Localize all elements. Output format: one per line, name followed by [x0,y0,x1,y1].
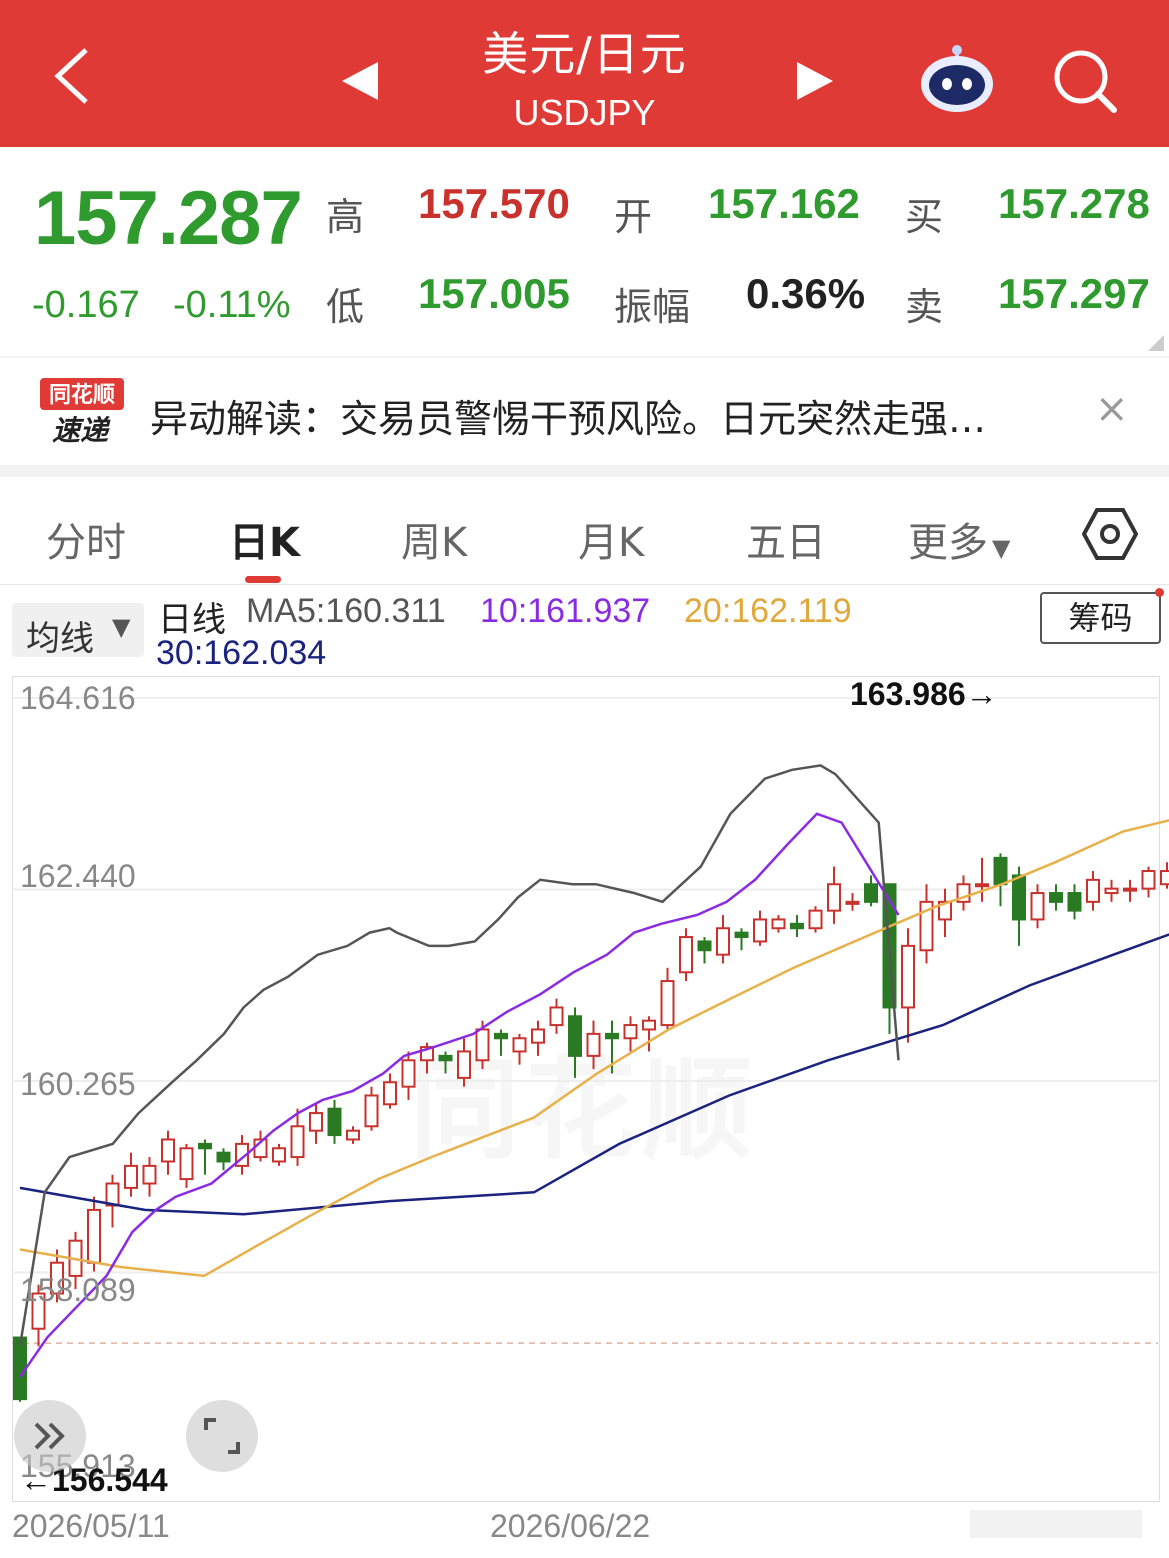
candle-body [13,1336,27,1401]
candle-body [1141,870,1156,890]
candle-body [512,1037,527,1053]
candle-body [1104,887,1119,895]
candle-body [660,980,675,1027]
candle-body [975,883,989,888]
candle-body [1012,874,1026,921]
y-tick-label: 164.616 [20,680,136,716]
candle-body [827,883,841,912]
candle-body [549,1006,564,1027]
candle-body [327,1107,342,1137]
candle-body [605,1032,619,1040]
fullscreen-icon [204,1418,240,1454]
x-tick-label: 2026/05/11 [12,1508,170,1544]
candle-body [679,936,693,974]
double-chevron-right-icon [34,1422,65,1450]
candle-body [438,1054,453,1062]
candle-body [790,922,804,930]
candle-body [364,1094,379,1128]
candle-body [179,1147,194,1181]
ma10-line [18,812,900,1378]
candle-body [1049,892,1063,903]
candle-body [161,1138,175,1163]
fullscreen-button[interactable] [186,1400,258,1472]
candle-body [642,1019,656,1031]
candle-body [1160,870,1169,886]
candle-body [901,944,915,1009]
candle-body [697,940,712,952]
candle-body [87,1208,101,1264]
candle-body [623,1024,638,1040]
candle-body [1086,878,1100,903]
candle-body [1067,892,1082,912]
candle-body [124,1164,138,1189]
candle-body [753,918,767,943]
y-tick-label: 162.440 [20,858,136,894]
candle-body [198,1142,212,1150]
candle-body [993,856,1008,886]
candle-body [568,1015,582,1057]
candle-body [716,927,730,956]
candle-body [734,931,749,939]
candle-body [864,883,878,903]
candle-body [1030,892,1045,921]
scrollbar-handle[interactable] [970,1506,1150,1542]
candle-body [346,1129,360,1141]
candle-body [1123,887,1137,892]
candle-body [845,900,860,905]
scroll-forward-button[interactable] [14,1400,86,1472]
candle-body [771,918,786,930]
candle-body [586,1032,601,1057]
candle-body [531,1028,545,1044]
candle-body [383,1081,397,1106]
candle-body [142,1164,157,1185]
candle-body [401,1059,416,1088]
candle-body [494,1032,508,1040]
candle-body [808,909,823,930]
x-tick-label: 2026/06/22 [490,1508,651,1544]
candle-body [290,1125,305,1159]
kline-chart [12,697,1169,1402]
candle-body [309,1112,323,1132]
y-tick-label: 160.265 [20,1066,136,1102]
candle-body [457,1050,471,1079]
candle-body [216,1151,231,1163]
candle-body [475,1028,490,1062]
max-price-label: 163.986→ [850,676,998,712]
y-tick-label: 158.089 [20,1272,136,1308]
candle-body [272,1147,286,1163]
